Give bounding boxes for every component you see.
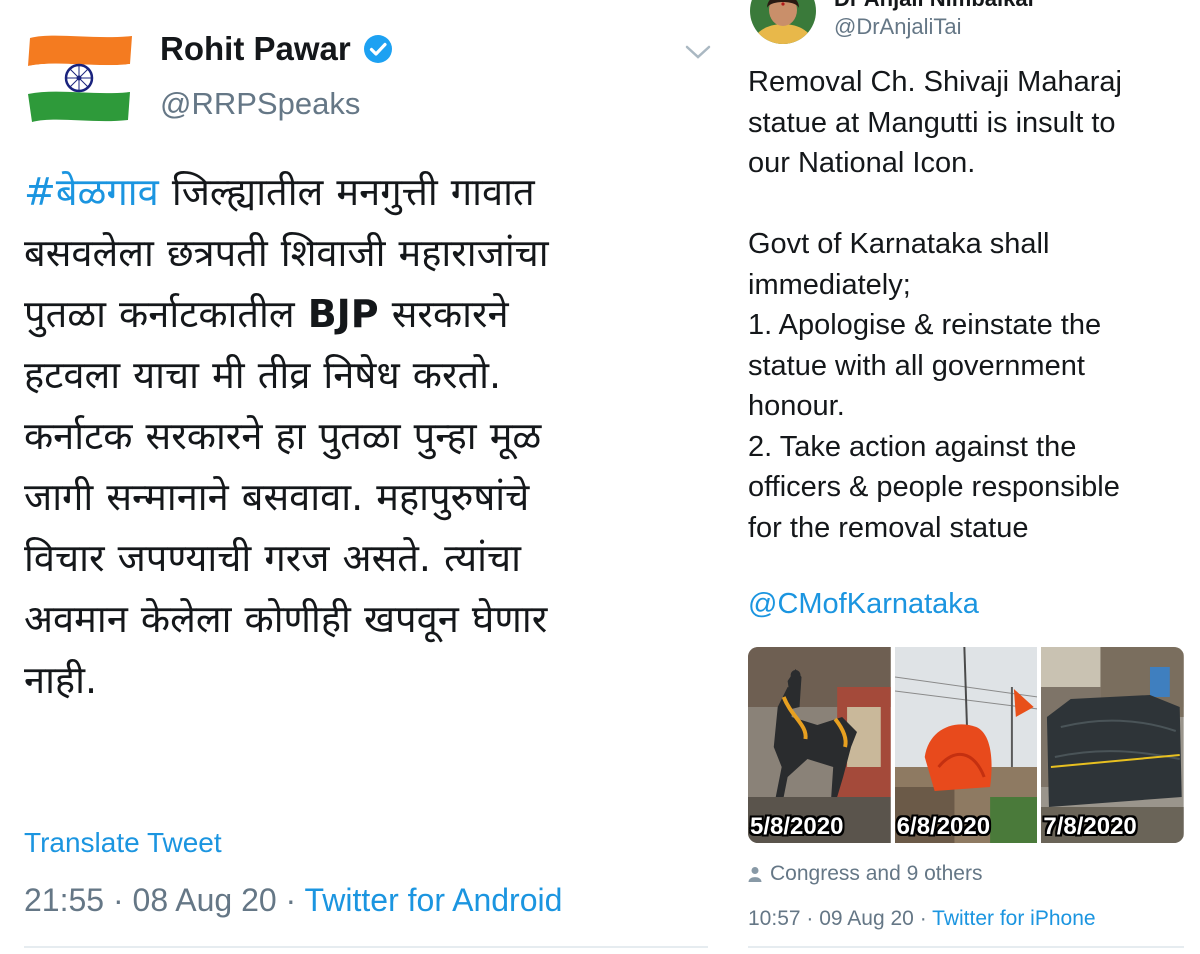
tweet-time[interactable]: 21:55 <box>24 882 104 918</box>
tweet-line: Govt of Karnataka shall <box>748 228 1050 260</box>
tweet-time[interactable]: 10:57 <box>748 907 801 930</box>
tweet-line: officers & people responsible <box>748 471 1120 503</box>
social-context[interactable]: Congress and 9 others <box>748 862 982 886</box>
tweet-line: honour. <box>748 390 845 422</box>
meta-separator: · <box>112 882 124 918</box>
tweet-dr-anjali: Dr Anjali Nimbalkar @DrAnjaliTai Removal… <box>730 0 1200 954</box>
india-flag-avatar-icon[interactable] <box>24 30 136 126</box>
mention-link[interactable]: @CMofKarnataka <box>748 588 979 621</box>
tweet-line: जिल्ह्यातील मनगुत्ती गावात <box>158 170 535 214</box>
tweet-line-bold: BJP <box>307 292 379 336</box>
tweet-line: बसवलेला छत्रपती शिवाजी महाराजांचा <box>24 231 549 275</box>
photo-covered-orange[interactable]: 6/8/2020 <box>894 647 1038 843</box>
translate-tweet-link[interactable]: Translate Tweet <box>24 827 222 859</box>
tweet-meta: 21:55 · 08 Aug 20 · Twitter for Android <box>24 882 562 919</box>
author-handle[interactable]: @DrAnjaliTai <box>834 14 961 40</box>
tweet-line: Removal Ch. Shivaji Maharaj <box>748 66 1122 98</box>
photo-covered-black[interactable]: 7/8/2020 <box>1041 647 1184 843</box>
tweet-line: our National Icon. <box>748 147 976 179</box>
photo-grid: 5/8/2020 6/8/2020 7/8/2020 <box>748 647 1184 843</box>
tweet-line: हटवला याचा मी तीव्र निषेध करतो. <box>24 353 502 397</box>
verified-badge-icon <box>363 35 392 63</box>
photo-date-label: 7/8/2020 <box>1043 813 1137 840</box>
avatar[interactable] <box>750 0 816 44</box>
tweet-rohit-pawar: Rohit Pawar @RRPSpeaks #बेळगाव जिल्ह्यात… <box>0 0 730 954</box>
tweet-line: statue at Mangutti is insult to <box>748 106 1116 139</box>
photo-date-label: 6/8/2020 <box>896 813 991 840</box>
author-name[interactable]: Rohit Pawar <box>160 30 393 68</box>
tweet-line: अवमान केलेला कोणीही खपवून घेणार <box>24 597 548 641</box>
tweet-line: 2. Take action against the <box>748 430 1077 463</box>
tweet-line: immediately; <box>748 268 911 301</box>
tweet-line: statue with all government <box>748 349 1085 382</box>
tweet-line: पुतळा कर्नाटकातील <box>24 292 308 336</box>
tweet-line: जागी सन्मानाने बसवावा. महापुरुषांचे <box>24 475 530 519</box>
tweet-line: सरकारने <box>378 292 509 336</box>
person-icon <box>748 867 762 882</box>
tweet-line: नाही. <box>24 658 98 702</box>
tweet-line: विचार जपण्याची गरज असते. त्यांचा <box>24 536 521 580</box>
chevron-down-icon[interactable] <box>684 42 712 62</box>
tweet-line: 1. Apologise & reinstate the <box>748 309 1102 341</box>
author-name-text[interactable]: Rohit Pawar <box>160 30 351 68</box>
tweet-line: for the removal statue <box>748 511 1029 544</box>
tweet-line: कर्नाटक सरकारने हा पुतळा पुन्हा मूळ <box>24 414 542 458</box>
meta-separator: · <box>285 882 297 918</box>
photo-date-label: 5/8/2020 <box>750 813 844 840</box>
tweet-text: Removal Ch. Shivaji Maharaj statue at Ma… <box>748 62 1188 548</box>
photo-statue[interactable]: 5/8/2020 <box>748 647 891 843</box>
author-name-cut[interactable]: Dr Anjali Nimbalkar <box>834 0 1036 12</box>
meta-separator: · <box>919 907 927 930</box>
hashtag-link[interactable]: #बेळगाव <box>24 170 159 214</box>
divider <box>24 946 708 948</box>
meta-separator: · <box>806 907 814 930</box>
author-handle[interactable]: @RRPSpeaks <box>160 86 360 122</box>
tweet-text: #बेळगाव जिल्ह्यातील मनगुत्ती गावात बसवले… <box>24 162 714 711</box>
tweet-date[interactable]: 09 Aug 20 <box>819 907 914 930</box>
divider <box>748 946 1184 948</box>
tweet-source-link[interactable]: Twitter for Android <box>305 882 563 918</box>
tweet-source-link[interactable]: Twitter for iPhone <box>932 907 1095 930</box>
tweet-meta: 10:57 · 09 Aug 20 · Twitter for iPhone <box>748 907 1096 931</box>
social-context-text: Congress and 9 others <box>770 862 983 885</box>
tweet-date[interactable]: 08 Aug 20 <box>133 882 277 918</box>
